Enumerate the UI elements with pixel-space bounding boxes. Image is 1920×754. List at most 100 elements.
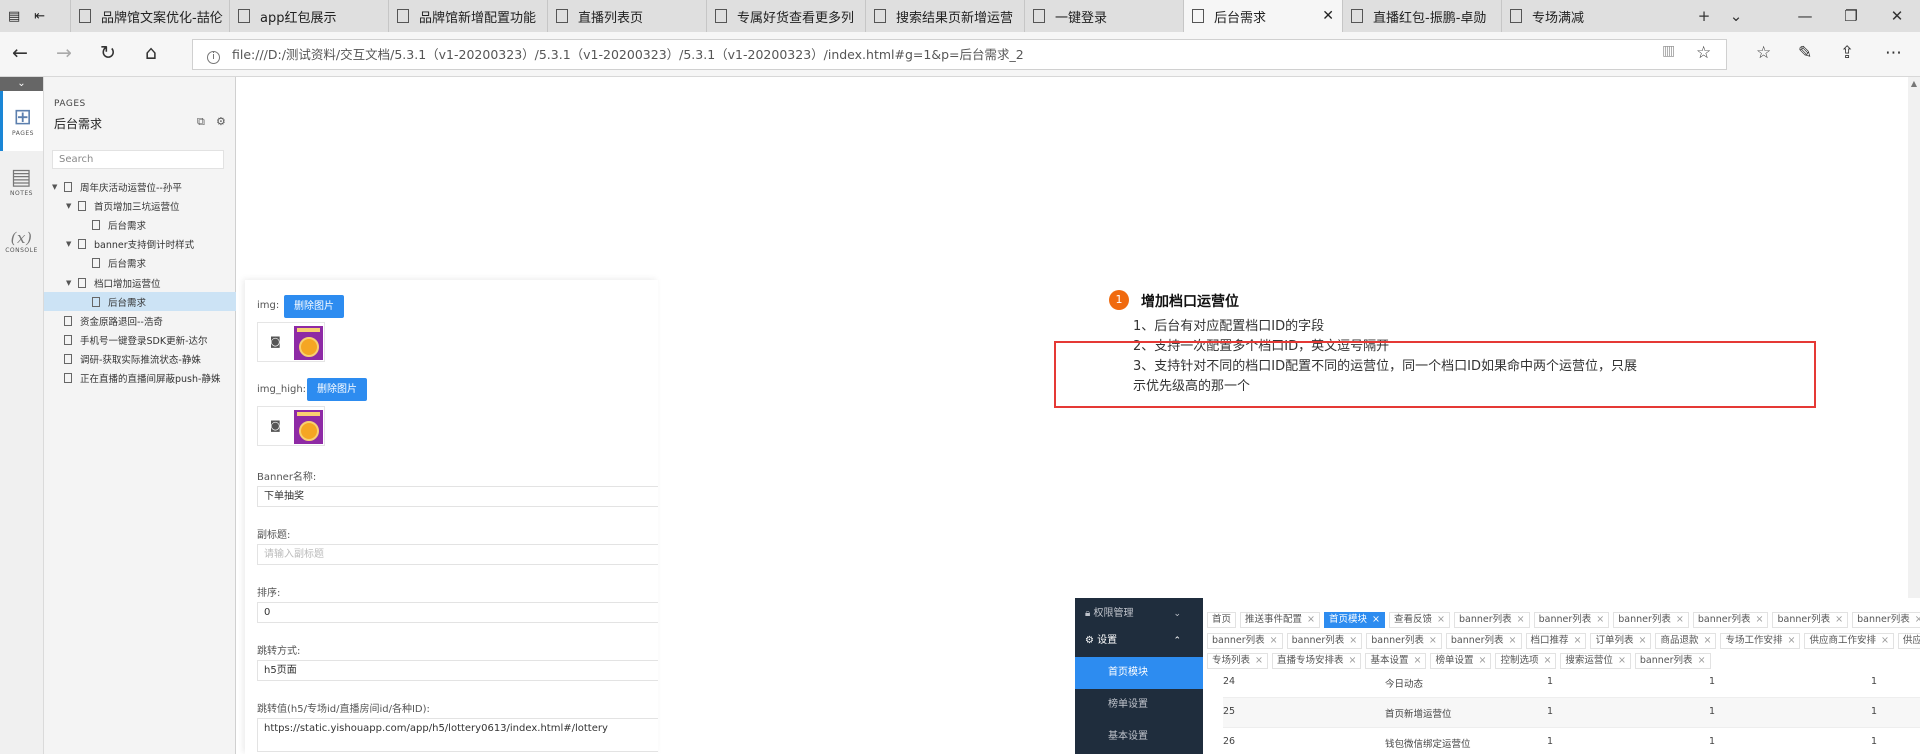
expand-arrow-icon[interactable]: ▼ — [66, 240, 76, 248]
tree-item-selected[interactable]: 后台需求 — [44, 292, 236, 312]
tab-list-icon[interactable]: ▤ — [8, 9, 20, 24]
back-icon[interactable]: ← — [12, 42, 28, 64]
tag-close-icon[interactable]: × — [1437, 614, 1445, 625]
tab-tag[interactable]: banner列表 × — [1453, 612, 1530, 628]
browser-tab[interactable]: 直播红包-振鹏-卓勋 — [1342, 0, 1501, 32]
tree-item[interactable]: ▼ banner支持倒计时样式 — [44, 235, 236, 254]
tab-preview-chevron-icon[interactable]: ⌄ — [1720, 7, 1752, 25]
tag-close-icon[interactable]: × — [1517, 614, 1525, 625]
browser-tab[interactable]: 品牌馆新增配置功能 — [388, 0, 547, 32]
tab-tag[interactable]: banner列表 × — [1533, 612, 1610, 628]
tag-close-icon[interactable]: × — [1703, 635, 1711, 646]
search-input[interactable]: Search — [52, 150, 224, 169]
tab-tag[interactable]: 专场工作安排 × — [1720, 633, 1801, 649]
console-rail-button[interactable]: (x) CONSOLE — [0, 211, 43, 271]
favorites-list-icon[interactable]: ☆ — [1756, 43, 1771, 63]
address-bar[interactable]: i file:///D:/测试资料/交互文档/5.3.1（v1-20200323）… — [192, 39, 1727, 70]
image-high-upload[interactable]: ◙ — [257, 406, 325, 446]
tab-tag[interactable]: 专场列表 × — [1207, 653, 1268, 669]
tag-close-icon[interactable]: × — [1639, 635, 1647, 646]
tag-close-icon[interactable]: × — [1676, 614, 1684, 625]
tree-item[interactable]: 正在直播的直播间屏蔽push-静姝 — [44, 369, 236, 388]
close-window-icon[interactable]: ✕ — [1874, 7, 1920, 25]
tag-close-icon[interactable]: × — [1756, 614, 1764, 625]
tag-close-icon[interactable]: × — [1413, 655, 1421, 666]
browser-tab[interactable]: 专属好货查看更多列 — [706, 0, 865, 32]
expand-arrow-icon[interactable]: ▼ — [66, 202, 76, 210]
restore-icon[interactable]: ❐ — [1828, 7, 1874, 25]
sort-input[interactable]: 0 — [257, 602, 658, 623]
browser-tab[interactable]: 直播列表页 — [547, 0, 706, 32]
open-page-icon[interactable]: ⧉ — [197, 115, 205, 129]
delete-image-high-button[interactable]: 删除图片 — [307, 378, 367, 401]
settings-icon[interactable]: ⚙ — [216, 115, 226, 128]
menu-item-settings[interactable]: ⚙ 设置 ⌃ — [1075, 625, 1203, 657]
tree-item[interactable]: ▼ 周年庆活动运营位--孙平 — [44, 177, 236, 196]
tab-tag[interactable]: 档口推荐 × — [1525, 633, 1587, 649]
camera-icon[interactable]: ◙ — [270, 419, 281, 432]
tab-tag[interactable]: 订单列表 × — [1590, 633, 1652, 649]
set-tabs-aside-icon[interactable]: ⇤ — [34, 9, 45, 24]
tab-tag[interactable]: banner列表 × — [1692, 612, 1769, 628]
tag-close-icon[interactable]: × — [1881, 635, 1889, 646]
tab-tag[interactable]: 供应商工作安排 × — [1804, 633, 1894, 649]
tab-tag[interactable]: banner列表 × — [1366, 633, 1442, 649]
browser-tab[interactable]: app红包展示 — [229, 0, 388, 32]
tab-tag[interactable]: 首页 — [1207, 612, 1237, 628]
tree-item[interactable]: 后台需求 — [44, 215, 236, 234]
pages-rail-button[interactable]: ⊞ PAGES — [0, 91, 43, 151]
tree-item[interactable]: 调研-获取实际推流状态-静姝 — [44, 350, 236, 369]
tab-tag[interactable]: 首页模块 × — [1324, 612, 1385, 628]
close-tab-icon[interactable]: ✕ — [1322, 8, 1334, 24]
notes-rail-button[interactable]: ▤ NOTES — [0, 151, 43, 211]
info-icon[interactable]: i — [207, 51, 220, 64]
expand-arrow-icon[interactable]: ▼ — [52, 183, 62, 191]
tag-close-icon[interactable]: × — [1618, 655, 1626, 666]
tag-close-icon[interactable]: × — [1372, 614, 1380, 625]
delete-image-button[interactable]: 删除图片 — [284, 295, 344, 318]
tree-item[interactable]: 手机号一键登录SDK更新-达尔 — [44, 331, 236, 350]
tab-tag[interactable]: 基本设置 × — [1365, 653, 1427, 669]
menu-item-home-module[interactable]: 首页模块 — [1075, 657, 1203, 689]
tab-tag[interactable]: banner列表 × — [1772, 612, 1849, 628]
refresh-icon[interactable]: ↻ — [100, 42, 116, 64]
expand-arrow-icon[interactable]: ▼ — [66, 279, 76, 287]
jump-type-select[interactable]: h5页面 — [257, 660, 658, 681]
tab-tag[interactable]: 推送事件配置 × — [1240, 612, 1320, 628]
share-icon[interactable]: ⇪ — [1840, 43, 1854, 63]
tab-tag[interactable]: banner列表 × — [1613, 612, 1689, 628]
tab-tag[interactable]: 搜索运营位 × — [1560, 653, 1631, 669]
tag-close-icon[interactable]: × — [1698, 655, 1706, 666]
tag-close-icon[interactable]: × — [1509, 635, 1517, 646]
pen-icon[interactable]: ✎ — [1798, 43, 1812, 63]
tag-close-icon[interactable]: × — [1787, 635, 1795, 646]
minimize-icon[interactable]: — — [1782, 7, 1828, 25]
menu-item-rank-settings[interactable]: 榜单设置 — [1075, 689, 1203, 721]
tab-tag[interactable]: banner列表 × — [1286, 633, 1363, 649]
tag-close-icon[interactable]: × — [1543, 655, 1551, 666]
tag-close-icon[interactable]: × — [1574, 635, 1582, 646]
browser-tab[interactable]: 搜索结果页新增运营 — [865, 0, 1024, 32]
tag-close-icon[interactable]: × — [1835, 614, 1843, 625]
tab-tag[interactable]: banner列表 × — [1634, 653, 1711, 669]
tag-close-icon[interactable]: × — [1349, 655, 1357, 666]
forward-icon[interactable]: → — [56, 42, 72, 64]
collapse-chevron-icon[interactable]: ⌄ — [0, 77, 43, 91]
jump-value-input[interactable]: https://static.yishouapp.com/app/h5/lott… — [257, 718, 658, 752]
tab-tag[interactable]: banner列表 × — [1207, 633, 1283, 649]
tag-close-icon[interactable]: × — [1307, 614, 1315, 625]
tree-item[interactable]: 资金原路退回--浩奇 — [44, 311, 236, 330]
subtitle-input[interactable]: 请输入副标题 — [257, 544, 658, 565]
image-upload[interactable]: ◙ — [257, 322, 325, 362]
tab-tag[interactable]: 榜单设置 × — [1430, 653, 1492, 669]
scroll-up-icon[interactable]: ▲ — [1908, 79, 1920, 88]
menu-item-basic-settings[interactable]: 基本设置 — [1075, 721, 1203, 753]
browser-tab-active[interactable]: 后台需求 ✕ — [1183, 0, 1342, 32]
tree-item[interactable]: ▼ 首页增加三坑运营位 — [44, 196, 236, 215]
tag-close-icon[interactable]: × — [1596, 614, 1604, 625]
browser-tab[interactable]: 专场满减 — [1501, 0, 1660, 32]
tab-tag[interactable]: 直播专场安排表 × — [1271, 653, 1362, 669]
browser-tab[interactable]: 一键登录 — [1024, 0, 1183, 32]
tag-close-icon[interactable]: × — [1915, 614, 1920, 625]
tag-close-icon[interactable]: × — [1270, 635, 1278, 646]
